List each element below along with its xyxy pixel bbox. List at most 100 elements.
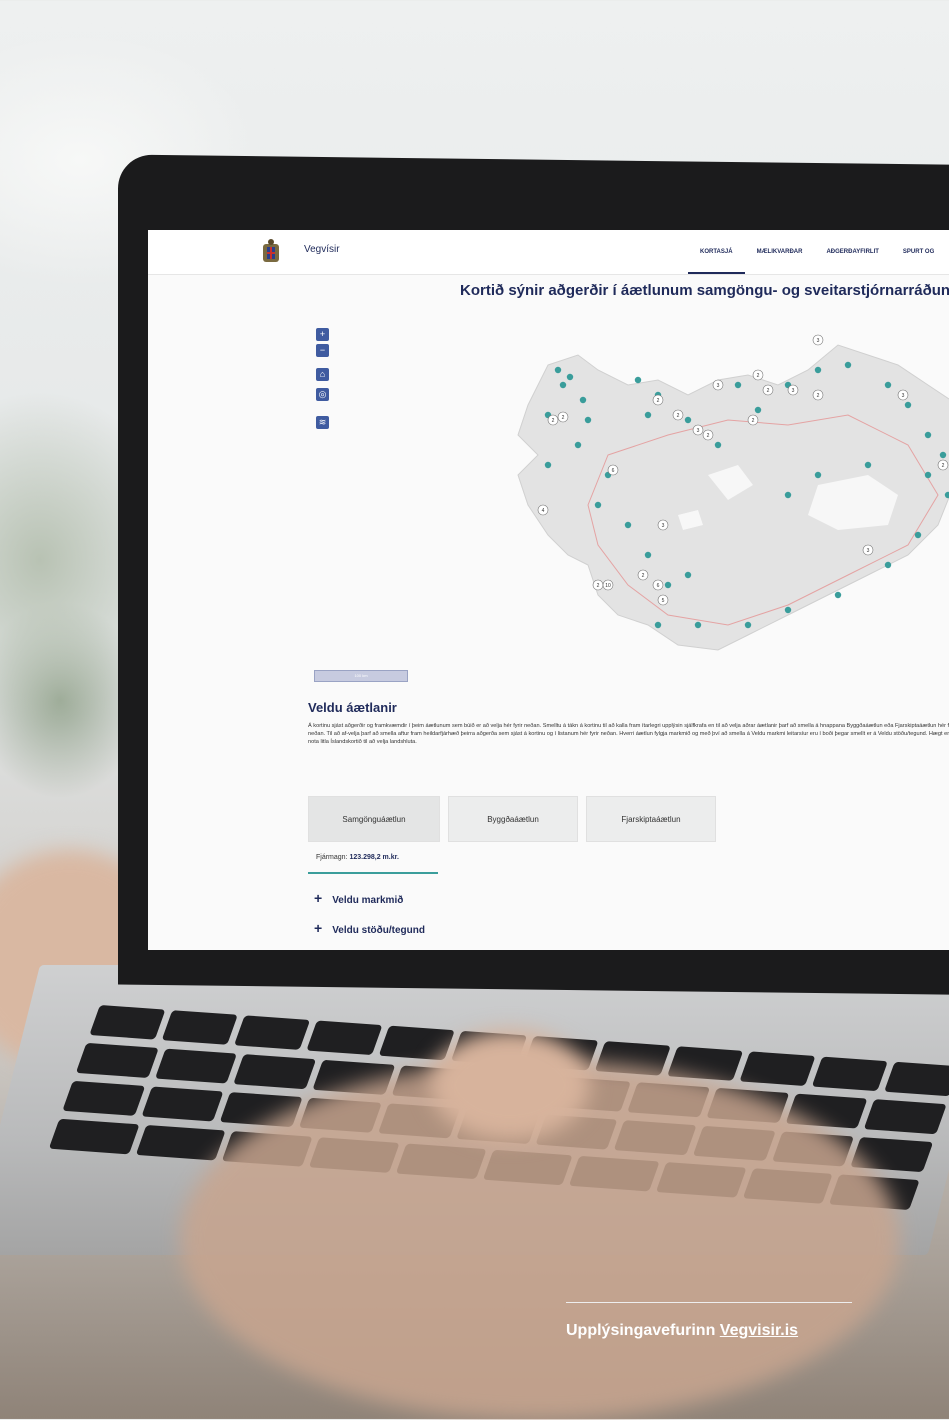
plan-button-fjarskiptaaaetlun[interactable]: Fjarskiptaáætlun — [586, 796, 716, 842]
map-pin-marker[interactable] — [914, 531, 922, 539]
nav-item-spurt-og-svarad[interactable]: SPURT OG — [891, 230, 946, 274]
map-pin-marker[interactable] — [684, 416, 692, 424]
map-pin-marker[interactable] — [814, 471, 822, 479]
iceland-map[interactable]: 3 2 2 2 3 2 2 3 2 2 2 3 2 6 4 3 2 10 2 6 5 3 3 2 — [488, 325, 949, 665]
map-cluster-badge[interactable]: 3 — [787, 384, 799, 396]
home-icon[interactable]: ⌂ — [316, 368, 329, 381]
map-cluster-badge[interactable]: 3 — [712, 379, 724, 391]
map-pin-marker[interactable] — [784, 491, 792, 499]
map-cluster-badge[interactable]: 2 — [812, 389, 824, 401]
map-cluster-badge[interactable]: 5 — [657, 594, 669, 606]
map-pin-marker[interactable] — [624, 521, 632, 529]
plan-buttons: Samgönguáætlun Byggðaáætlun Fjarskiptaáæ… — [308, 796, 716, 842]
map-cluster-badge[interactable]: 6 — [652, 579, 664, 591]
map-cluster-count: 2 — [757, 373, 760, 379]
map-pin-marker[interactable] — [594, 501, 602, 509]
map-cluster-count: 3 — [902, 393, 905, 399]
map-pin-marker[interactable] — [566, 373, 574, 381]
map-pin-marker[interactable] — [694, 621, 702, 629]
map-cluster-badge[interactable]: 3 — [692, 424, 704, 436]
map-cluster-count: 2 — [707, 433, 710, 439]
map-pin-marker[interactable] — [579, 396, 587, 404]
map-cluster-badge[interactable]: 6 — [607, 464, 619, 476]
map-cluster-badge[interactable]: 3 — [862, 544, 874, 556]
plus-icon: + — [314, 890, 323, 906]
map-cluster-badge[interactable]: 4 — [537, 504, 549, 516]
map-cluster-badge[interactable]: 10 — [602, 579, 614, 591]
image-caption: Upplýsingavefurinn Vegvisir.is — [566, 1322, 798, 1340]
globe-icon[interactable]: ◎ — [316, 388, 329, 401]
site-brand[interactable]: Vegvísir — [304, 244, 340, 255]
map-pin-marker[interactable] — [544, 461, 552, 469]
map-pin-marker[interactable] — [784, 606, 792, 614]
map-cluster-badge[interactable]: 2 — [752, 369, 764, 381]
zoom-in-button[interactable]: + — [316, 328, 329, 341]
funding-value: 123.298,2 m.kr. — [349, 854, 399, 861]
nav-item-adgerdayfirlit[interactable]: AÐGERÐAYFIRLIT — [814, 230, 890, 274]
plan-button-samgonguaaetlun[interactable]: Samgönguáætlun — [308, 796, 440, 842]
map-pin-marker[interactable] — [844, 361, 852, 369]
caption-link[interactable]: Vegvisir.is — [720, 1322, 798, 1339]
layers-icon[interactable]: ≋ — [316, 416, 329, 429]
site-header: Vegvísir KORTASJÁ MÆLIKVARÐAR AÐGERÐAYFI… — [148, 230, 949, 275]
map-pin-marker[interactable] — [644, 411, 652, 419]
map-pin-marker[interactable] — [634, 376, 642, 384]
map-cluster-badge[interactable]: 2 — [592, 579, 604, 591]
map-pin-marker[interactable] — [684, 571, 692, 579]
expander-veldu-markmid[interactable]: + Veldu markmið — [314, 890, 403, 906]
map-cluster-badge[interactable]: 2 — [702, 429, 714, 441]
map-cluster-badge[interactable]: 3 — [812, 334, 824, 346]
map-pin-marker[interactable] — [814, 366, 822, 374]
map-pin-marker[interactable] — [834, 591, 842, 599]
plan-button-byggdaaaetlun[interactable]: Byggðaáætlun — [448, 796, 578, 842]
map-cluster-count: 2 — [767, 388, 770, 394]
map-pin-marker[interactable] — [584, 416, 592, 424]
map-cluster-count: 6 — [657, 583, 660, 589]
map-cluster-badge[interactable]: 2 — [672, 409, 684, 421]
map-pin-marker[interactable] — [714, 441, 722, 449]
map-cluster-badge[interactable]: 2 — [557, 411, 569, 423]
active-plan-underline — [308, 872, 438, 874]
map-cluster-badge[interactable]: 2 — [652, 394, 664, 406]
coat-of-arms-icon — [263, 239, 279, 262]
expander-veldu-stodu-tegund[interactable]: + Veldu stöðu/tegund — [314, 920, 425, 936]
map-cluster-badge[interactable]: 2 — [747, 414, 759, 426]
map-cluster-count: 3 — [792, 388, 795, 394]
map-cluster-badge[interactable]: 2 — [937, 459, 949, 471]
map-cluster-count: 3 — [867, 548, 870, 554]
map-pin-marker[interactable] — [554, 366, 562, 374]
page-title: Kortið sýnir aðgerðir í áætlunum samgöng… — [460, 282, 949, 299]
map-cluster-count: 2 — [657, 398, 660, 404]
map-cluster-badge[interactable]: 3 — [657, 519, 669, 531]
map-pin-marker[interactable] — [574, 441, 582, 449]
map-pin-marker[interactable] — [884, 561, 892, 569]
plans-title: Veldu áætlanir — [308, 700, 397, 715]
map-cluster-badge[interactable]: 3 — [897, 389, 909, 401]
map-pin-marker[interactable] — [664, 581, 672, 589]
map-cluster-badge[interactable]: 2 — [637, 569, 649, 581]
expander-label: Veldu markmið — [332, 895, 404, 906]
zoom-out-button[interactable]: − — [316, 344, 329, 357]
map-pin-marker[interactable] — [644, 551, 652, 559]
map-cluster-count: 4 — [542, 508, 545, 514]
map-cluster-count: 2 — [677, 413, 680, 419]
map-pin-marker[interactable] — [884, 381, 892, 389]
map-pin-marker[interactable] — [754, 406, 762, 414]
plans-description: Á kortinu sjást aðgerðir og framkvæmdir … — [308, 723, 949, 745]
map-pin-marker[interactable] — [904, 401, 912, 409]
map-pin-marker[interactable] — [924, 471, 932, 479]
map-pin-marker[interactable] — [939, 451, 947, 459]
map-pin-marker[interactable] — [864, 461, 872, 469]
map-cluster-count: 2 — [817, 393, 820, 399]
map-pin-marker[interactable] — [744, 621, 752, 629]
map-pin-marker[interactable] — [734, 381, 742, 389]
map-pin-marker[interactable] — [924, 431, 932, 439]
map-pin-marker[interactable] — [654, 621, 662, 629]
map-cluster-count: 10 — [605, 583, 611, 589]
map-pin-marker[interactable] — [559, 381, 567, 389]
map-cluster-badge[interactable]: 2 — [762, 384, 774, 396]
expander-label: Veldu stöðu/tegund — [332, 925, 425, 936]
map-cluster-badge[interactable]: 2 — [547, 414, 559, 426]
nav-item-maelikvardar[interactable]: MÆLIKVARÐAR — [745, 230, 815, 274]
nav-item-kortasja[interactable]: KORTASJÁ — [688, 230, 745, 274]
